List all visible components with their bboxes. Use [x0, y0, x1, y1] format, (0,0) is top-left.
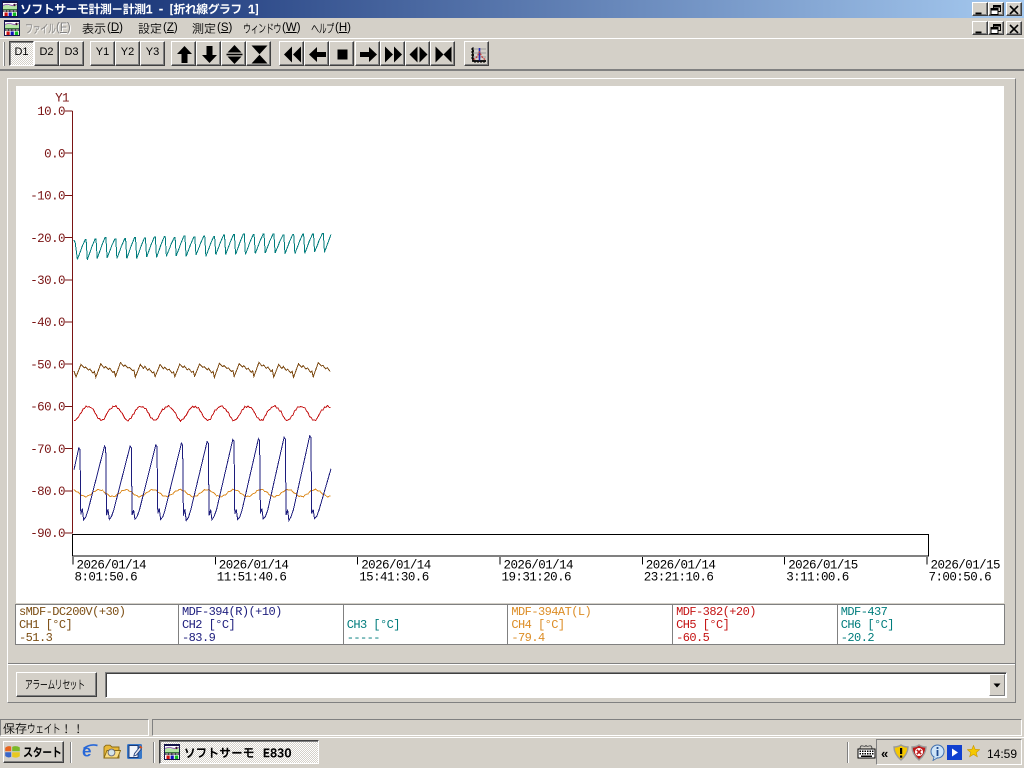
svg-text:-40.0: -40.0 [30, 316, 65, 330]
svg-text:0.0: 0.0 [44, 147, 65, 161]
svg-text:-30.0: -30.0 [30, 274, 65, 288]
svg-text:Y1: Y1 [55, 92, 69, 106]
svg-text:23:21:10.6: 23:21:10.6 [644, 571, 714, 585]
svg-text:19:31:20.6: 19:31:20.6 [502, 571, 572, 585]
svg-text:-70.0: -70.0 [30, 443, 65, 457]
svg-text:3:11:00.6: 3:11:00.6 [786, 571, 849, 585]
svg-text:10.0: 10.0 [37, 105, 65, 119]
svg-text:8:01:50.6: 8:01:50.6 [75, 571, 138, 585]
svg-text:15:41:30.6: 15:41:30.6 [359, 571, 429, 585]
svg-text:7:00:50.6: 7:00:50.6 [929, 571, 992, 585]
svg-text:-80.0: -80.0 [30, 485, 65, 499]
svg-text:-10.0: -10.0 [30, 190, 65, 204]
svg-text:-20.0: -20.0 [30, 232, 65, 246]
svg-text:-60.0: -60.0 [30, 401, 65, 415]
svg-text:-50.0: -50.0 [30, 358, 65, 372]
svg-text:-90.0: -90.0 [30, 527, 65, 541]
svg-text:11:51:40.6: 11:51:40.6 [217, 571, 287, 585]
